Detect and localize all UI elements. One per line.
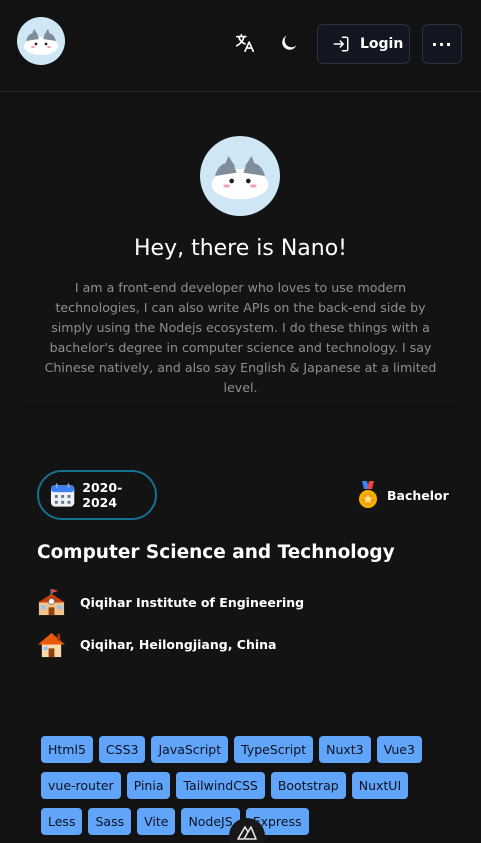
skill-tag: vue-router [41, 772, 121, 799]
skill-tag: Vue3 [376, 736, 422, 763]
period-text: 2020-2024 [82, 480, 123, 510]
translate-icon[interactable] [234, 32, 256, 54]
skill-tag: CSS3 [98, 736, 146, 763]
bio-text: I am a front-end developer who loves to … [44, 280, 437, 395]
calendar-icon [50, 483, 75, 507]
skill-tag: Nuxt3 [319, 736, 371, 763]
degree-badge: Bachelor [356, 481, 449, 509]
house-icon [37, 632, 66, 658]
skill-tag: Sass [88, 808, 132, 835]
login-icon [333, 36, 349, 52]
nuxt-icon [237, 826, 257, 840]
medal-icon [359, 481, 377, 508]
location-row: Qiqihar, Heilongjiang, China [37, 630, 277, 659]
school-icon [37, 588, 66, 616]
skill-tag: Less [41, 808, 83, 835]
greeting-heading: Hey, there is Nano! [133, 236, 347, 261]
school-name: Qiqihar Institute of Engineering [80, 595, 305, 610]
avatar-mascot-icon [211, 156, 269, 200]
school-row: Qiqihar Institute of Engineering [37, 588, 304, 617]
major-heading: Computer Science and Technology [37, 542, 395, 563]
avatar[interactable] [17, 17, 65, 65]
skill-tag: NuxtUI [351, 772, 409, 799]
period-badge: 2020-2024 [37, 470, 157, 520]
avatar-mascot-icon [24, 29, 58, 55]
location-text: Qiqihar, Heilongjiang, China [80, 637, 277, 652]
skill-tag: JavaScript [151, 736, 229, 763]
skill-tag: Vite [137, 808, 176, 835]
profile-avatar [200, 136, 280, 216]
top-header: Login ··· [0, 0, 481, 92]
degree-text: Bachelor [387, 487, 449, 503]
moon-icon[interactable] [278, 32, 300, 54]
login-label: Login [360, 36, 404, 52]
skill-tag: Pinia [126, 772, 171, 799]
skill-tag: TypeScript [234, 736, 314, 763]
skill-tag: Bootstrap [270, 772, 346, 799]
skill-tag: Html5 [41, 736, 93, 763]
more-icon: ··· [431, 34, 453, 54]
more-menu-button[interactable]: ··· [422, 24, 462, 64]
skill-tag: TailwindCSS [176, 772, 265, 799]
login-button[interactable]: Login [317, 24, 410, 64]
